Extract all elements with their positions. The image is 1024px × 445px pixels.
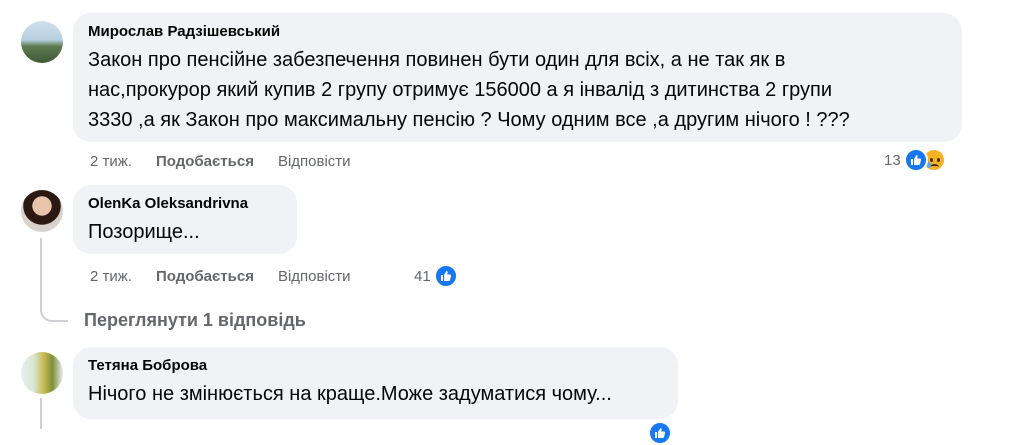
like-button[interactable]: Подобається bbox=[156, 152, 254, 172]
avatar[interactable] bbox=[21, 21, 63, 63]
reply-thread-line bbox=[40, 238, 68, 322]
comment-text: Позорище... bbox=[88, 221, 200, 243]
comment-time[interactable]: 2 тиж. bbox=[90, 152, 132, 172]
comment-actions: 2 тиж. Подобається Відповісти bbox=[90, 152, 375, 172]
comment-bubble: OlenKa Oleksandrivna Позорище... bbox=[73, 185, 297, 254]
reaction-count: 13 bbox=[884, 151, 901, 169]
reply-button[interactable]: Відповісти bbox=[278, 152, 351, 172]
like-icon bbox=[648, 421, 672, 445]
comment-author[interactable]: OlenKa Oleksandrivna bbox=[88, 194, 285, 214]
like-icon bbox=[433, 264, 458, 288]
comment-text: Закон про пенсійне забезпечення повинен … bbox=[88, 49, 850, 131]
reaction-count: 41 bbox=[414, 267, 431, 285]
reactions-summary[interactable] bbox=[648, 421, 672, 445]
comment-actions: 2 тиж. Подобається Відповісти bbox=[90, 267, 375, 287]
reactions-summary[interactable]: 41 bbox=[414, 264, 458, 288]
comment-text: Нічого не змінюється на краще.Може задум… bbox=[88, 383, 612, 405]
avatar[interactable] bbox=[21, 190, 63, 232]
avatar[interactable] bbox=[21, 352, 63, 394]
reactions-summary[interactable]: 13 bbox=[884, 148, 946, 172]
like-icon bbox=[903, 148, 928, 172]
like-button[interactable]: Подобається bbox=[156, 267, 254, 287]
reply-button[interactable]: Відповісти bbox=[278, 267, 351, 287]
comment-author[interactable]: Мирослав Радзішевський bbox=[88, 22, 950, 42]
comment-bubble: Тетяна Боброва Нічого не змінюється на к… bbox=[73, 347, 678, 419]
comment-author[interactable]: Тетяна Боброва bbox=[88, 356, 666, 376]
view-replies-link[interactable]: Переглянути 1 відповідь bbox=[84, 308, 306, 332]
thread-line bbox=[40, 398, 42, 429]
comment-bubble: Мирослав Радзішевський Закон про пенсійн… bbox=[73, 13, 962, 142]
comment-time[interactable]: 2 тиж. bbox=[90, 267, 132, 287]
